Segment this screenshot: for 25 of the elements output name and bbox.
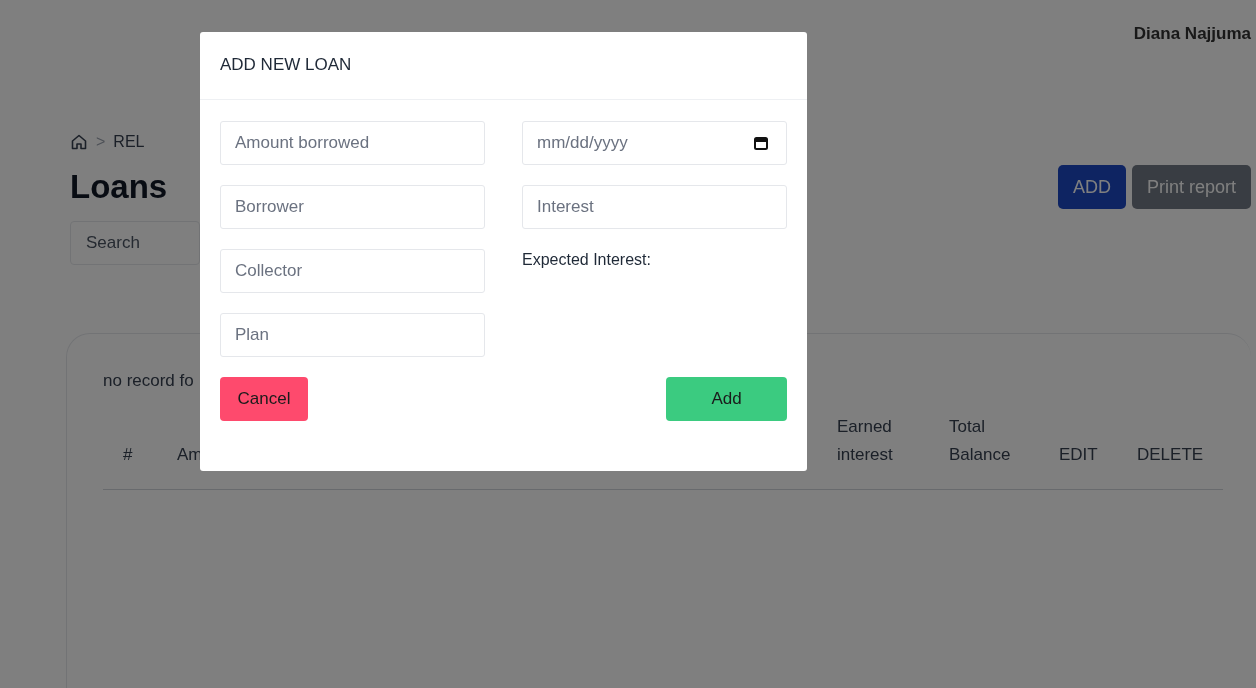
- add-button[interactable]: ADD: [1057, 165, 1126, 209]
- column-header: Total Balance: [949, 416, 1012, 466]
- input-field[interactable]: Amount borrowed: [220, 121, 485, 165]
- column-header: Earned interest: [837, 416, 894, 466]
- input-field[interactable]: Collector: [220, 249, 485, 293]
- expected-interest-label: Expected Interest:: [522, 251, 652, 269]
- date-field[interactable]: mm/dd/yyyy: [522, 121, 787, 165]
- add-button[interactable]: Add: [666, 377, 787, 421]
- input-field[interactable]: Interest: [522, 185, 787, 229]
- user-name: Diana Najjuma: [1133, 24, 1251, 45]
- empty-message: no record fo: [103, 371, 194, 391]
- input-field[interactable]: Plan: [220, 313, 485, 357]
- input-field[interactable]: Borrower: [220, 185, 485, 229]
- page-title: Loans: [70, 168, 168, 206]
- dialog-title: ADD NEW LOAN: [220, 55, 352, 74]
- search-field[interactable]: Search: [70, 221, 200, 265]
- calendar-icon[interactable]: [753, 135, 769, 151]
- home-icon[interactable]: [70, 133, 88, 151]
- print-button[interactable]: Print report: [1131, 165, 1251, 209]
- column-header: EDIT: [1059, 444, 1099, 466]
- breadcrumb-separator: >: [96, 133, 106, 151]
- cancel-button[interactable]: Cancel: [220, 377, 308, 421]
- column-header: DELETE: [1137, 444, 1205, 466]
- column-header: #: [123, 444, 134, 466]
- breadcrumb-link[interactable]: REL: [113, 133, 145, 151]
